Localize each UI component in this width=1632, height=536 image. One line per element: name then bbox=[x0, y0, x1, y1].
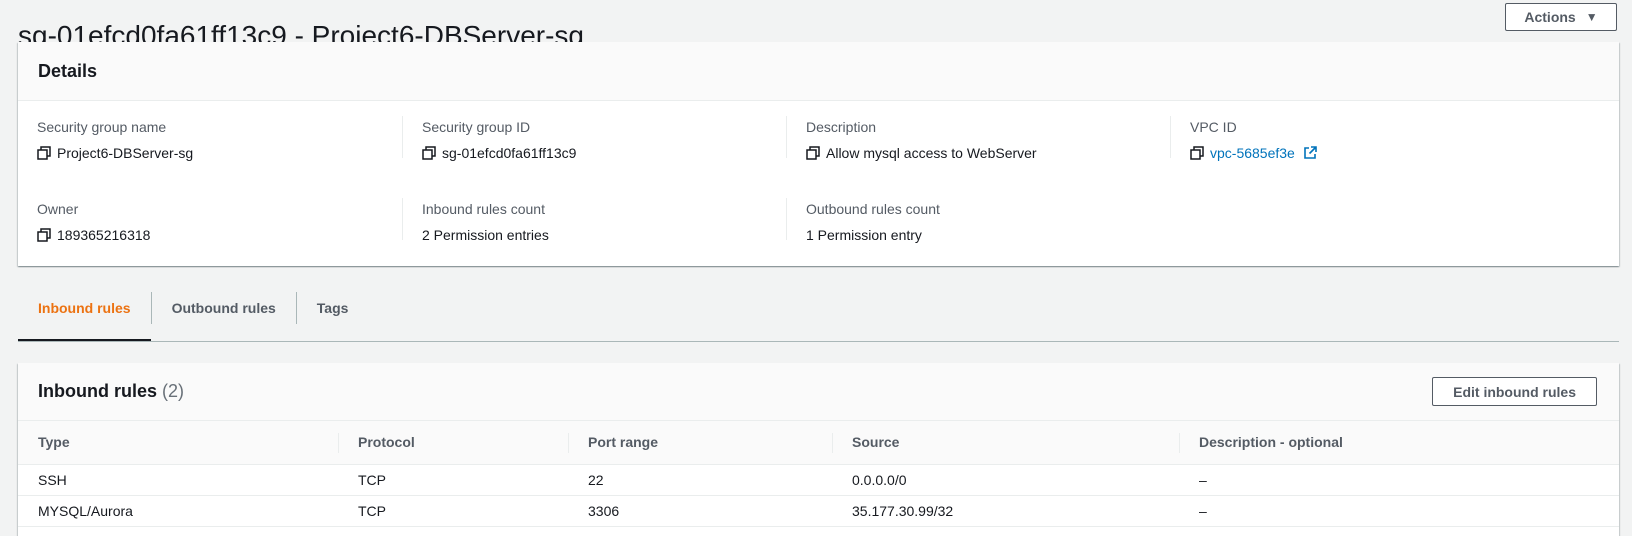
cell-protocol: TCP bbox=[338, 495, 568, 527]
column-header-source[interactable]: Source bbox=[832, 421, 1179, 465]
copy-icon[interactable] bbox=[37, 146, 51, 160]
cell-type: MYSQL/Aurora bbox=[18, 495, 338, 527]
field-label: Inbound rules count bbox=[422, 201, 545, 217]
field-security-group-name: Security group name Project6-DBServer-sg bbox=[37, 118, 407, 162]
tab-tags[interactable]: Tags bbox=[295, 292, 369, 324]
copy-icon[interactable] bbox=[1190, 146, 1204, 160]
cell-description: – bbox=[1179, 464, 1619, 496]
field-value: Allow mysql access to WebServer bbox=[826, 145, 1037, 161]
external-link-icon[interactable] bbox=[1303, 146, 1317, 160]
cell-type: SSH bbox=[18, 464, 338, 496]
tab-inbound-rules[interactable]: Inbound rules bbox=[18, 292, 151, 341]
field-label: Outbound rules count bbox=[806, 201, 940, 217]
inbound-rules-header: Inbound rules (2) Edit inbound rules bbox=[18, 363, 1619, 421]
details-title: Details bbox=[38, 60, 98, 81]
field-value: sg-01efcd0fa61ff13c9 bbox=[442, 145, 577, 161]
details-header: Details bbox=[18, 42, 1619, 101]
field-outbound-rules-count: Outbound rules count 1 Permission entry bbox=[786, 198, 1176, 243]
field-security-group-id: Security group ID sg-01efcd0fa61ff13c9 bbox=[402, 116, 792, 161]
field-label: VPC ID bbox=[1190, 119, 1237, 135]
details-grid: Security group name Project6-DBServer-sg… bbox=[18, 101, 1619, 265]
inbound-rules-panel: Inbound rules (2) Edit inbound rules Typ… bbox=[18, 363, 1619, 536]
inbound-rules-count: (2) bbox=[162, 381, 184, 401]
field-label: Security group ID bbox=[422, 119, 531, 135]
field-description: Description Allow mysql access to WebSer… bbox=[786, 116, 1176, 161]
cell-port-range: 3306 bbox=[568, 495, 832, 527]
tab-outbound-rules[interactable]: Outbound rules bbox=[150, 292, 296, 324]
column-header-description[interactable]: Description - optional bbox=[1179, 421, 1619, 465]
field-value: 2 Permission entries bbox=[422, 227, 549, 243]
field-label: Owner bbox=[37, 201, 79, 217]
edit-inbound-rules-button[interactable]: Edit inbound rules bbox=[1432, 377, 1597, 406]
field-value: Project6-DBServer-sg bbox=[57, 145, 194, 161]
column-header-type[interactable]: Type bbox=[18, 421, 338, 465]
field-owner: Owner 189365216318 bbox=[37, 200, 407, 244]
cell-protocol: TCP bbox=[338, 464, 568, 496]
cell-source: 35.177.30.99/32 bbox=[832, 495, 1179, 527]
copy-icon[interactable] bbox=[37, 228, 51, 242]
inbound-rules-title: Inbound rules bbox=[38, 381, 157, 401]
copy-icon[interactable] bbox=[422, 146, 436, 160]
cell-source: 0.0.0.0/0 bbox=[832, 464, 1179, 496]
copy-icon[interactable] bbox=[806, 146, 820, 160]
field-vpc-id: VPC ID vpc-5685ef3e bbox=[1170, 116, 1560, 161]
tab-bar: Inbound rules Outbound rules Tags bbox=[18, 292, 1619, 342]
field-label: Security group name bbox=[37, 119, 167, 135]
vpc-link[interactable]: vpc-5685ef3e bbox=[1210, 144, 1295, 162]
table-row[interactable]: SSH TCP 22 0.0.0.0/0 – bbox=[18, 464, 1619, 496]
field-inbound-rules-count: Inbound rules count 2 Permission entries bbox=[402, 198, 792, 243]
column-header-protocol[interactable]: Protocol bbox=[338, 421, 568, 465]
inbound-rules-table: Type Protocol Port range Source Descript… bbox=[18, 421, 1619, 527]
field-value: 189365216318 bbox=[57, 227, 151, 243]
table-row[interactable]: MYSQL/Aurora TCP 3306 35.177.30.99/32 – bbox=[18, 495, 1619, 527]
field-label: Description bbox=[806, 119, 877, 135]
field-value: 1 Permission entry bbox=[806, 227, 922, 243]
actions-label: Actions bbox=[1524, 9, 1576, 25]
details-panel: Details Security group name Project6-DBS… bbox=[18, 42, 1619, 266]
column-header-port-range[interactable]: Port range bbox=[568, 421, 832, 465]
actions-button[interactable]: Actions ▼ bbox=[1505, 3, 1617, 31]
table-header-row: Type Protocol Port range Source Descript… bbox=[18, 421, 1619, 465]
cell-description: – bbox=[1179, 495, 1619, 527]
cell-port-range: 22 bbox=[568, 464, 832, 496]
caret-down-icon: ▼ bbox=[1585, 10, 1598, 24]
